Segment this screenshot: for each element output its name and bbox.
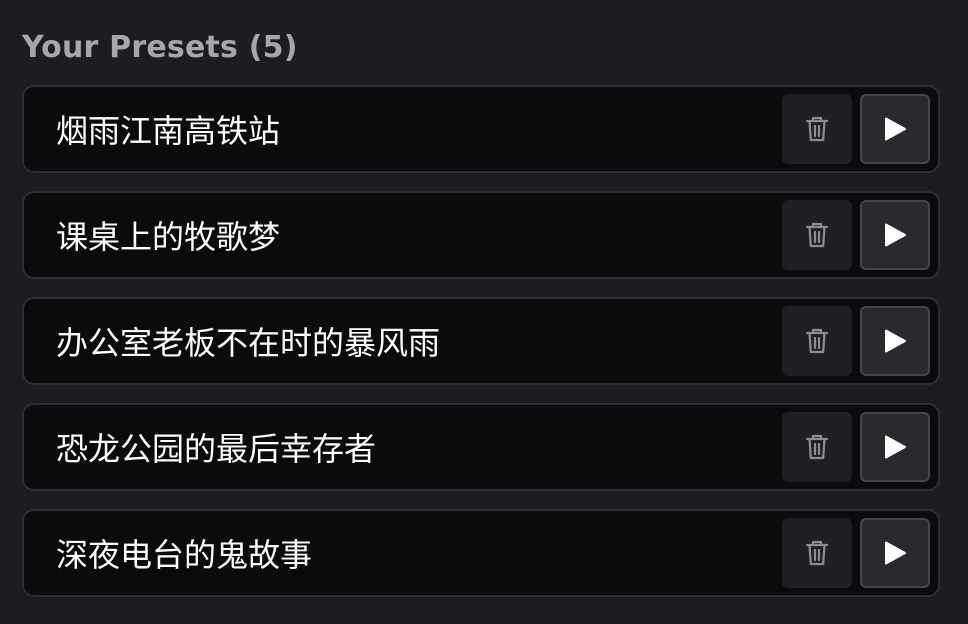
preset-row[interactable]: 课桌上的牧歌梦 [22, 191, 940, 279]
trash-icon [805, 540, 829, 566]
preset-name: 课桌上的牧歌梦 [56, 218, 281, 256]
play-icon [885, 223, 906, 247]
play-preset-button[interactable] [860, 412, 930, 482]
play-preset-button[interactable] [860, 200, 930, 270]
preset-row[interactable]: 深夜电台的鬼故事 [22, 509, 940, 597]
play-icon [885, 541, 906, 565]
trash-icon [805, 434, 829, 460]
delete-preset-button[interactable] [782, 518, 852, 588]
play-icon [885, 435, 906, 459]
preset-list: 烟雨江南高铁站 课桌上的牧歌梦 办公室老板不在时的暴风雨 恐龙公园的最后幸存者 … [22, 85, 940, 597]
preset-name: 办公室老板不在时的暴风雨 [56, 324, 441, 362]
delete-preset-button[interactable] [782, 94, 852, 164]
preset-row[interactable]: 烟雨江南高铁站 [22, 85, 940, 173]
preset-name: 深夜电台的鬼故事 [56, 536, 313, 574]
delete-preset-button[interactable] [782, 200, 852, 270]
delete-preset-button[interactable] [782, 306, 852, 376]
trash-icon [805, 222, 829, 248]
delete-preset-button[interactable] [782, 412, 852, 482]
play-preset-button[interactable] [860, 518, 930, 588]
section-title: Your Presets (5) [22, 30, 298, 65]
trash-icon [805, 116, 829, 142]
preset-name: 恐龙公园的最后幸存者 [56, 430, 377, 468]
play-preset-button[interactable] [860, 306, 930, 376]
play-icon [885, 329, 906, 353]
preset-name: 烟雨江南高铁站 [56, 112, 281, 150]
preset-row[interactable]: 办公室老板不在时的暴风雨 [22, 297, 940, 385]
presets-panel: Your Presets (5) 烟雨江南高铁站 课桌上的牧歌梦 办公室老板不在… [0, 0, 968, 624]
trash-icon [805, 328, 829, 354]
play-icon [885, 117, 906, 141]
preset-row[interactable]: 恐龙公园的最后幸存者 [22, 403, 940, 491]
play-preset-button[interactable] [860, 94, 930, 164]
